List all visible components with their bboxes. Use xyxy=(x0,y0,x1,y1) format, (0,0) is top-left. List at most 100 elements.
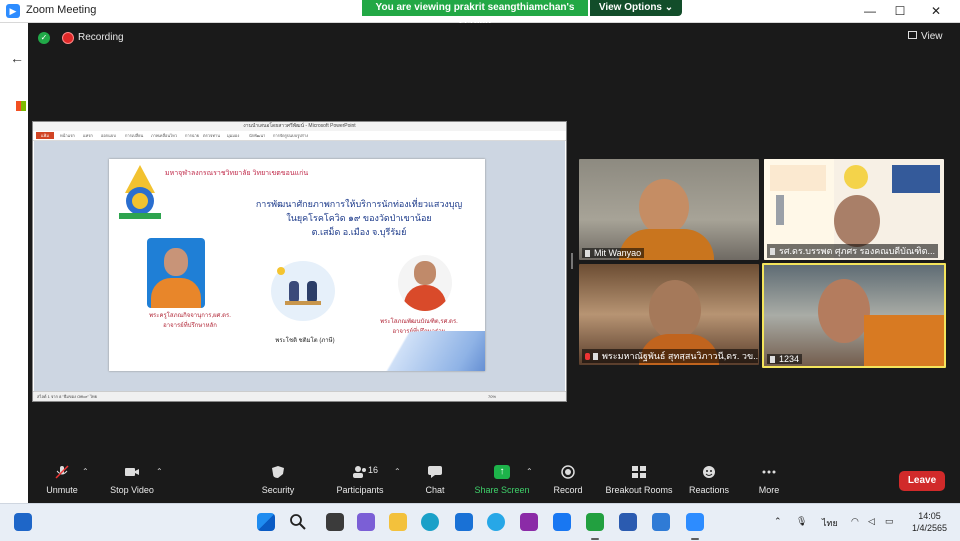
search-icon[interactable] xyxy=(289,513,307,531)
ppt-tab-developer[interactable]: นักพัฒนา xyxy=(249,132,265,139)
battery-icon[interactable]: ▭ xyxy=(885,516,894,527)
video-tile[interactable]: Mit Wanyao xyxy=(579,159,759,260)
unmute-label: Unmute xyxy=(46,485,78,495)
participant-name-label: รศ.ดร.บรรพต ศุภศร รองคณบดีบัณฑิต... xyxy=(767,244,939,258)
facebook-icon[interactable] xyxy=(553,513,571,531)
wifi-icon[interactable]: ◠ xyxy=(851,516,859,527)
breakout-rooms-label: Breakout Rooms xyxy=(605,485,673,495)
word-icon[interactable] xyxy=(619,513,637,531)
recording-icon xyxy=(62,32,74,44)
ppt-tab-format[interactable]: การจัดรูปแบบรูปร่าง xyxy=(273,132,308,139)
zoom-taskbar-icon[interactable] xyxy=(686,513,704,531)
file-explorer-icon[interactable] xyxy=(389,513,407,531)
leave-button[interactable]: Leave xyxy=(899,471,945,491)
more-button[interactable]: More xyxy=(752,455,786,503)
more-dots-icon xyxy=(762,470,776,474)
edge-browser-icon[interactable] xyxy=(421,513,439,531)
title-bar: ▶ Zoom Meeting You are viewing prakrit s… xyxy=(0,0,960,29)
security-shield-icon xyxy=(272,466,284,478)
slide-header: มหาจุฬาลงกรณราชวิทยาลัย วิทยาเขตขอนแก่น xyxy=(165,170,309,177)
security-label: Security xyxy=(261,485,295,495)
minimize-button[interactable]: — xyxy=(860,2,880,20)
microphone-tray-icon[interactable]: 🎙 xyxy=(796,516,807,527)
back-arrow-icon: ← xyxy=(10,50,24,66)
breakout-rooms-button[interactable]: Breakout Rooms xyxy=(602,455,676,503)
more-label: More xyxy=(758,485,780,495)
share-options-caret-icon[interactable]: ⌃ xyxy=(526,467,533,476)
pin-icon xyxy=(770,356,775,364)
encryption-shield-icon[interactable]: ✓ xyxy=(38,32,50,44)
input-language[interactable]: ไทย xyxy=(822,516,838,530)
task-view-icon[interactable] xyxy=(14,513,32,531)
view-options-button[interactable]: View Options ⌄ xyxy=(590,0,682,16)
audio-options-caret-icon[interactable]: ⌃ xyxy=(82,467,89,476)
panel-splitter-handle[interactable] xyxy=(571,253,573,269)
pin-icon xyxy=(593,353,598,361)
muted-microphone-icon xyxy=(55,465,69,479)
meeting-toolbar: Unmute ⌃ Stop Video ⌃ Security Participa… xyxy=(28,455,954,503)
stop-video-button[interactable]: Stop Video xyxy=(104,455,160,503)
video-tile[interactable]: รศ.ดร.บรรพต ศุภศร รองคณบดีบัณฑิต... xyxy=(764,159,944,260)
participants-options-caret-icon[interactable]: ⌃ xyxy=(394,467,401,476)
advisor-name: พระครูโสภณกิจจานุการ,ผศ.ดร. xyxy=(149,313,231,319)
maximize-button[interactable]: ☐ xyxy=(890,2,910,20)
record-button[interactable]: Record xyxy=(548,455,588,503)
view-label: View xyxy=(921,31,943,42)
active-speaker-tile[interactable]: 1234 xyxy=(762,263,946,368)
ppt-status-left: สไลด์ 1 จาก 8 "ธีมของ Office" ไทย xyxy=(37,394,98,399)
ppt-tab-slideshow[interactable]: การฉาย xyxy=(185,132,199,139)
ppt-window-title: งานนำเสนอโดยสาวศรีพัฒน์ - Microsoft Powe… xyxy=(243,123,356,129)
recording-label[interactable]: Recording xyxy=(78,32,124,43)
reactions-button[interactable]: Reactions xyxy=(684,455,734,503)
flower-decoration xyxy=(844,165,868,189)
participants-label: Participants xyxy=(336,485,384,495)
chat-icon xyxy=(428,466,442,478)
view-button[interactable]: View xyxy=(908,29,946,45)
reactions-smiley-icon xyxy=(703,466,715,478)
slide-title-line: ต.เสม็ด อ.เมือง จ.บุรีรัมย์ xyxy=(311,227,407,237)
system-clock[interactable]: 14:05 1/4/2565 xyxy=(912,510,947,534)
skype-icon[interactable] xyxy=(487,513,505,531)
participants-button[interactable]: Participants xyxy=(330,455,390,503)
advisor-role: อาจารย์ที่ปรึกษาหลัก xyxy=(163,323,217,329)
ppt-tab-transitions[interactable]: การเปลี่ยน xyxy=(125,132,143,139)
co-advisor-name: พระโสภณพัฒนบัณฑิต,รศ.ดร. xyxy=(380,319,458,325)
chat-button[interactable]: Chat xyxy=(416,455,454,503)
participant-video xyxy=(639,179,689,235)
co-advisor-photo xyxy=(398,255,452,311)
ppt-tab-design[interactable]: ออกแบบ xyxy=(101,132,116,139)
participants-icon xyxy=(353,466,366,478)
share-screen-button[interactable]: ↑ Share Screen xyxy=(474,455,530,503)
line-app-icon[interactable] xyxy=(586,513,604,531)
mail-icon[interactable] xyxy=(455,513,473,531)
muted-mic-icon xyxy=(585,353,590,361)
slide-title-line: ในยุคโรคโควิด ๑๙ ของวัดป่าเขาน้อย xyxy=(286,213,432,223)
task-view-windows-icon[interactable] xyxy=(326,513,344,531)
teams-chat-icon[interactable] xyxy=(357,513,375,531)
close-button[interactable]: ✕ xyxy=(926,2,946,20)
security-button[interactable]: Security xyxy=(256,455,300,503)
windows-start-icon[interactable] xyxy=(257,513,275,531)
volume-icon[interactable]: ◁ xyxy=(868,516,875,527)
ppt-tab-home[interactable]: หน้าแรก xyxy=(60,132,75,139)
video-options-caret-icon[interactable]: ⌃ xyxy=(156,467,163,476)
ppt-tab-review[interactable]: ตรวจทาน xyxy=(203,132,220,139)
student-caption: พระโชติ ชติมโต (ภาษี) xyxy=(275,338,335,344)
chevron-up-icon[interactable]: ⌃ xyxy=(774,516,782,527)
ppt-file-tab[interactable]: แฟ้ม xyxy=(36,132,54,139)
reactions-label: Reactions xyxy=(688,485,730,495)
participant-name: พระมหาณัฐพันธ์ สุทสฺสนวิภาวนี,ดร. วข... xyxy=(602,351,758,361)
university-logo-icon xyxy=(119,165,161,219)
photos-icon[interactable] xyxy=(652,513,670,531)
participant-name-label: พระมหาณัฐพันธ์ สุทสฺสนวิภาวนี,ดร. วข... xyxy=(582,349,758,363)
meeting-top-strip: ✓ Recording View xyxy=(28,23,954,53)
ppt-tab-view[interactable]: มุมมอง xyxy=(227,132,239,139)
ppt-tab-animations[interactable]: ภาพเคลื่อนไหว xyxy=(151,132,177,139)
ppt-status-bar: สไลด์ 1 จาก 8 "ธีมของ Office" ไทย 70% xyxy=(33,391,566,401)
video-tile[interactable]: พระมหาณัฐพันธ์ สุทสฺสนวิภาวนี,ดร. วข... xyxy=(579,264,759,365)
ppt-zoom-level[interactable]: 70% xyxy=(488,392,496,402)
unmute-button[interactable]: Unmute xyxy=(42,455,82,503)
ppt-tab-insert[interactable]: แทรก xyxy=(83,132,93,139)
onenote-icon[interactable] xyxy=(520,513,538,531)
share-screen-label: Share Screen xyxy=(474,485,530,495)
